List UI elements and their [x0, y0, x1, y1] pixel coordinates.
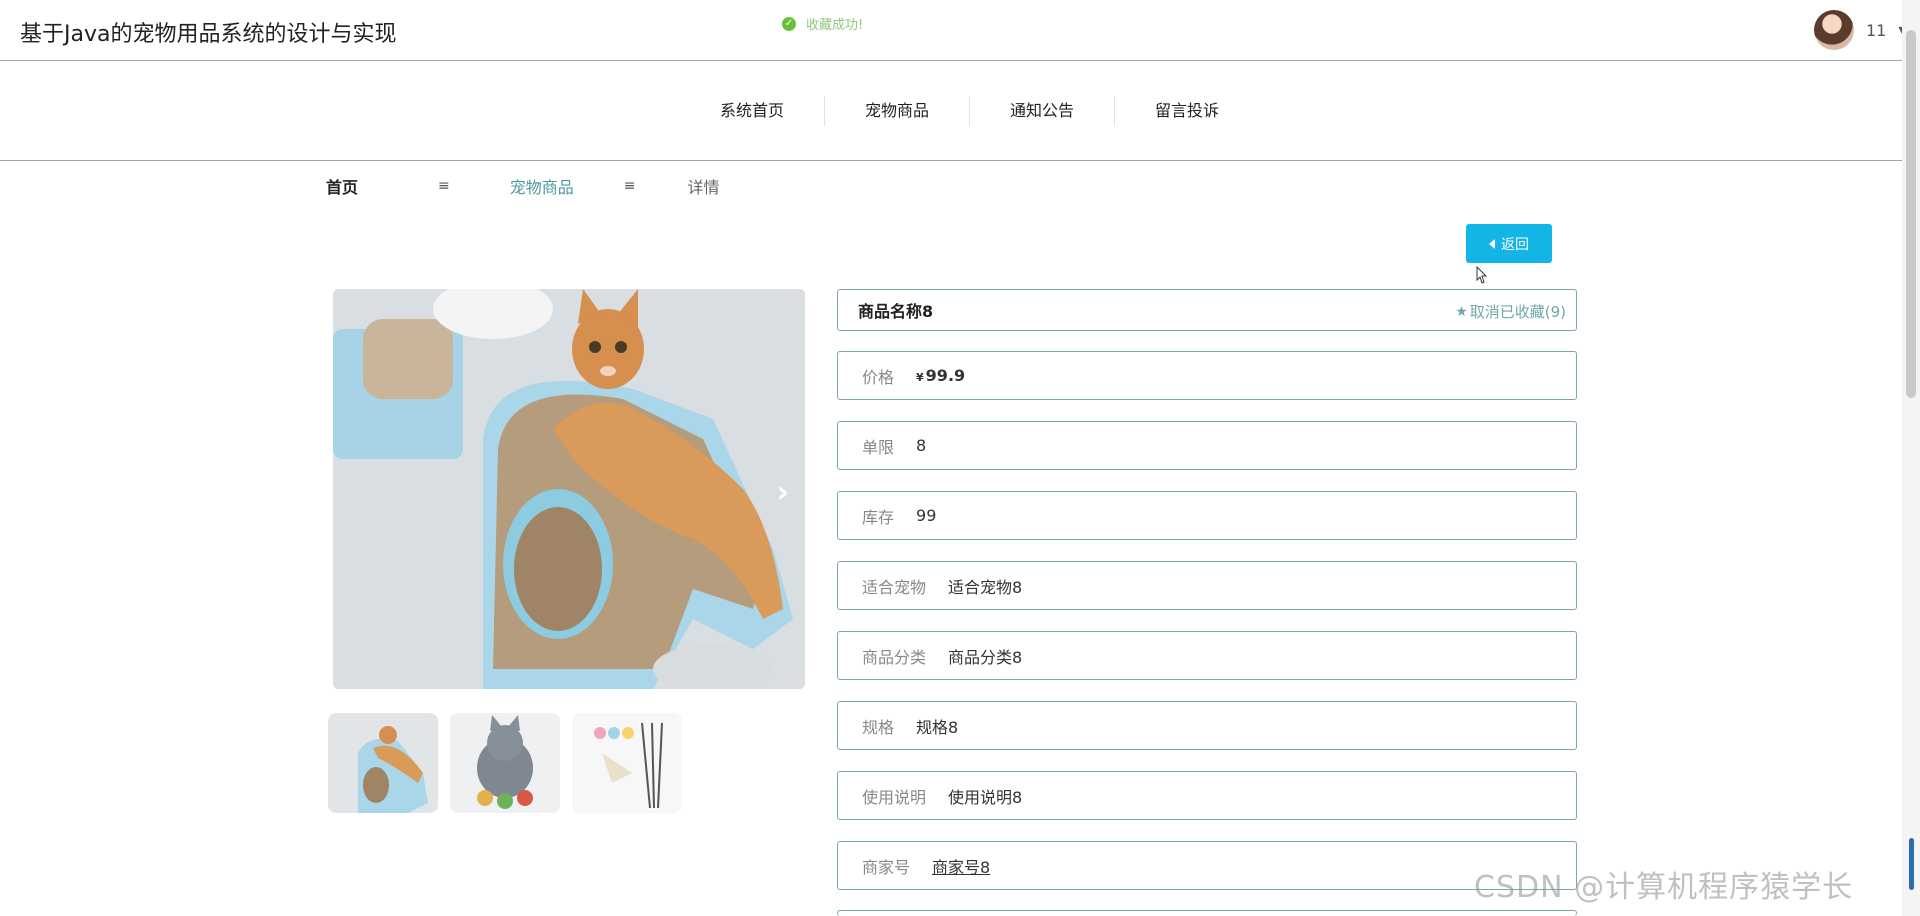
mouse-cursor-icon	[1476, 266, 1488, 284]
price-row: 价格 ¥99.9	[837, 351, 1577, 400]
favorite-toggle[interactable]: ★ 取消已收藏(9)	[1455, 301, 1566, 322]
user-menu[interactable]: 11 ▼	[1814, 10, 1907, 50]
scrollbar-thumb[interactable]	[1906, 30, 1916, 398]
nav-item-notices[interactable]: 通知公告	[970, 96, 1116, 126]
breadcrumb-separator: ≡	[623, 178, 636, 194]
spec-label: 规格	[862, 717, 895, 737]
avatar[interactable]	[1814, 10, 1854, 50]
breadcrumb-separator: ≡	[438, 178, 450, 194]
category-value: 商品分类8	[948, 647, 1023, 667]
product-main-image: ›	[333, 289, 805, 689]
price-value: ¥99.9	[916, 366, 965, 385]
breadcrumb-home[interactable]: 首页	[326, 174, 358, 198]
pet-type-label: 适合宠物	[862, 577, 927, 597]
success-toast: ✓ 收藏成功!	[782, 14, 863, 33]
category-row: 商品分类 商品分类8	[837, 631, 1577, 680]
site-title: 基于Java的宠物用品系统的设计与实现	[20, 22, 397, 47]
usage-row: 使用说明 使用说明8	[837, 771, 1577, 820]
price-amount: 99.9	[925, 366, 966, 385]
pet-type-value: 适合宠物8	[948, 577, 1023, 597]
stock-label: 库存	[862, 507, 895, 527]
nav-item-pet-products[interactable]: 宠物商品	[825, 96, 971, 126]
nav-item-home[interactable]: 系统首页	[680, 96, 826, 126]
spec-row: 规格 规格8	[837, 701, 1577, 750]
check-circle-icon: ✓	[782, 16, 796, 31]
thumbnail-list	[328, 713, 682, 813]
gray-cat-thumbnail	[450, 713, 560, 813]
thumbnail-2[interactable]	[450, 713, 560, 813]
back-label: 返回	[1501, 236, 1529, 253]
toast-message: 收藏成功!	[806, 18, 864, 33]
seller-label: 商家号	[862, 857, 911, 877]
back-button[interactable]: 返回	[1466, 224, 1552, 263]
product-title-row: 商品名称8 ★ 取消已收藏(9)	[837, 289, 1577, 331]
seller-row: 商家号 商家号8	[837, 841, 1577, 890]
breadcrumb: 首页 ≡ 宠物商品 ≡ 详情	[326, 174, 720, 198]
main-nav: 系统首页 宠物商品 通知公告 留言投诉	[0, 62, 1902, 161]
favorite-label: 取消已收藏(9)	[1469, 303, 1566, 321]
limit-row: 单限 8	[837, 421, 1577, 470]
next-row-partial	[837, 910, 1577, 916]
csdn-watermark: CSDN @计算机程序猿学长	[1474, 870, 1854, 905]
chevron-right-icon[interactable]: ›	[777, 475, 789, 510]
scroll-indicator	[1909, 838, 1914, 890]
cat-wand-toy-thumbnail	[572, 713, 682, 813]
usage-value: 使用说明8	[948, 787, 1023, 807]
breadcrumb-current: 详情	[687, 178, 720, 197]
cat-scratcher-thumbnail	[328, 713, 438, 813]
product-name: 商品名称8	[858, 302, 934, 321]
page-scrollbar[interactable]	[1902, 0, 1920, 916]
limit-value: 8	[916, 436, 927, 455]
stock-row: 库存 99	[837, 491, 1577, 540]
category-label: 商品分类	[862, 647, 927, 667]
top-header: 基于Java的宠物用品系统的设计与实现 ✓ 收藏成功! 11 ▼	[0, 0, 1907, 61]
seller-link[interactable]: 商家号8	[932, 854, 990, 878]
breadcrumb-pet-products[interactable]: 宠物商品	[510, 174, 574, 198]
usage-label: 使用说明	[862, 787, 927, 807]
nav-item-feedback[interactable]: 留言投诉	[1115, 96, 1259, 126]
thumbnail-1[interactable]	[328, 713, 438, 813]
stock-value: 99	[916, 506, 937, 525]
price-label: 价格	[862, 367, 895, 387]
user-name[interactable]: 11	[1866, 21, 1886, 40]
currency-symbol: ¥	[916, 371, 924, 384]
thumbnail-3[interactable]	[572, 713, 682, 813]
caret-left-icon	[1489, 238, 1495, 249]
pet-type-row: 适合宠物 适合宠物8	[837, 561, 1577, 610]
star-icon: ★	[1455, 303, 1468, 320]
limit-label: 单限	[862, 437, 895, 457]
spec-value: 规格8	[916, 717, 959, 737]
cat-scratcher-illustration	[333, 289, 805, 689]
